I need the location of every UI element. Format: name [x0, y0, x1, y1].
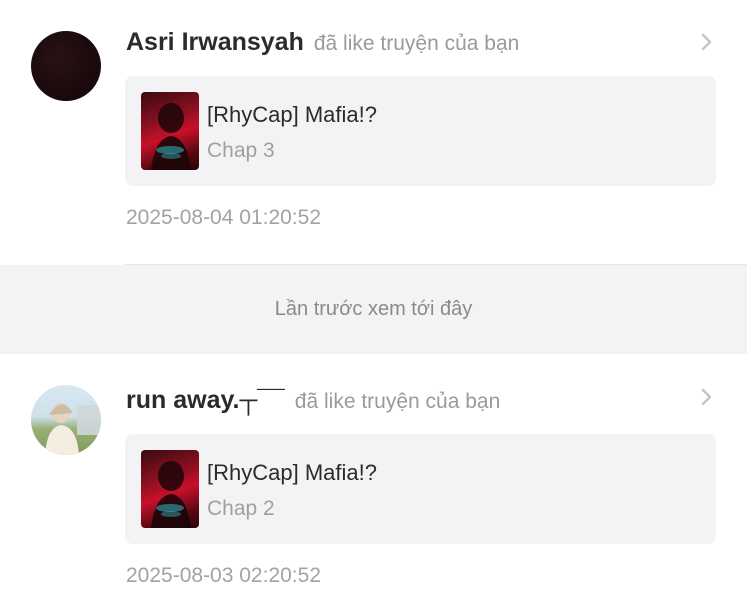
- story-card[interactable]: [RhyCap] Mafia!? Chap 3: [125, 76, 716, 186]
- story-cover-image: [141, 92, 199, 170]
- username[interactable]: run away.┬¯¯: [126, 386, 285, 415]
- timestamp: 2025-08-04 01:20:52: [126, 206, 321, 229]
- chevron-right-icon[interactable]: [698, 385, 716, 409]
- timestamp: 2025-08-03 02:20:52: [126, 564, 321, 587]
- action-text: đã like truyện của bạn: [294, 390, 501, 413]
- story-title[interactable]: [RhyCap] Mafia!?: [207, 102, 377, 128]
- notification-item[interactable]: Asri Irwansyah đã like truyện của bạn [R…: [0, 0, 747, 264]
- chevron-right-icon[interactable]: [698, 30, 716, 54]
- story-title[interactable]: [RhyCap] Mafia!?: [207, 460, 377, 486]
- chapter-label: Chap 2: [207, 497, 275, 520]
- chapter-label: Chap 3: [207, 139, 275, 162]
- avatar[interactable]: [31, 31, 101, 101]
- last-viewed-label: Lần trước xem tới đây: [274, 298, 473, 320]
- notification-item[interactable]: run away.┬¯¯ đã like truyện của bạn [Rhy…: [0, 354, 747, 600]
- username[interactable]: Asri Irwansyah: [126, 28, 304, 57]
- story-cover-image: [141, 450, 199, 528]
- action-text: đã like truyện của bạn: [313, 32, 520, 55]
- last-viewed-divider: Lần trước xem tới đây: [0, 265, 747, 354]
- story-card[interactable]: [RhyCap] Mafia!? Chap 2: [125, 434, 716, 544]
- avatar[interactable]: [31, 385, 101, 455]
- notification-headline: run away.┬¯¯ đã like truyện của bạn: [126, 386, 500, 415]
- notification-headline: Asri Irwansyah đã like truyện của bạn: [126, 28, 519, 57]
